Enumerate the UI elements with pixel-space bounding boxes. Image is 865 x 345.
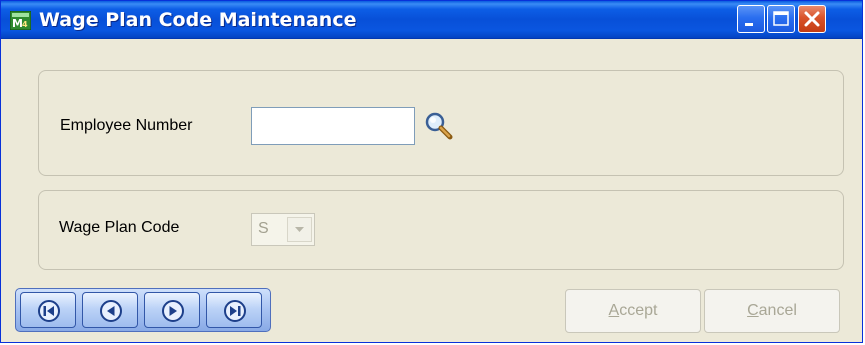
next-record-icon [162,300,184,322]
first-record-button[interactable] [20,292,76,328]
record-navigation-bar [15,288,271,332]
cancel-label-rest: ancel [758,302,797,319]
next-record-button[interactable] [144,292,200,328]
wage-plan-code-select[interactable]: S [251,213,315,246]
chevron-down-icon [295,227,304,232]
wage-plan-code-maintenance-window: M 4 Wage Plan Code Maintenance Employee … [0,0,863,343]
previous-record-button[interactable] [82,292,138,328]
last-record-icon [224,300,246,322]
close-button[interactable] [798,5,826,33]
wage-plan-code-value: S [258,220,269,237]
cancel-button[interactable]: Cancel [704,289,840,333]
employee-number-label: Employee Number [60,117,193,134]
dropdown-button[interactable] [287,217,312,242]
close-icon [804,11,820,27]
wage-plan-code-label: Wage Plan Code [59,219,180,236]
accept-hotkey: A [608,302,620,319]
minimize-icon [745,23,753,26]
previous-record-icon [100,300,122,322]
accept-button[interactable]: Accept [565,289,701,333]
employee-number-input[interactable] [251,107,415,145]
first-record-icon [38,300,60,322]
magnifier-icon[interactable] [424,111,454,141]
title-bar[interactable]: M 4 Wage Plan Code Maintenance [1,1,862,39]
accept-label-rest: ccept [619,302,658,319]
svg-text:4: 4 [22,20,28,29]
cancel-hotkey: C [747,302,759,319]
maximize-icon [773,11,789,26]
window-title: Wage Plan Code Maintenance [39,9,357,31]
last-record-button[interactable] [206,292,262,328]
minimize-button[interactable] [737,5,765,33]
maximize-button[interactable] [767,5,795,33]
sage-mas-icon: M 4 [10,11,31,30]
